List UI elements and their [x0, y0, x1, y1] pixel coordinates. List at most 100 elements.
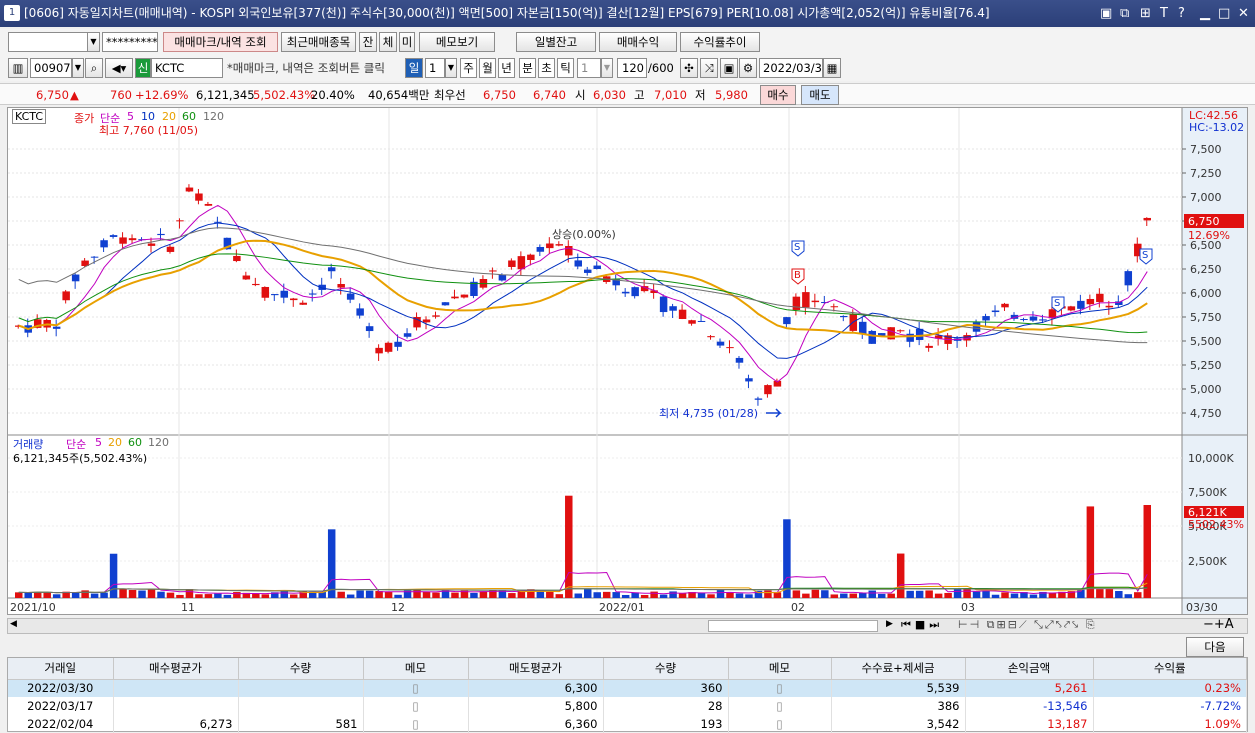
layout-icon[interactable]: ▥ — [8, 58, 28, 78]
sell-memo-icon[interactable]: ▯ — [728, 679, 832, 697]
tick-number[interactable]: 1 — [577, 58, 601, 78]
sell-memo-icon[interactable]: ▯ — [728, 715, 832, 733]
buy-button[interactable]: 매수 — [760, 85, 796, 105]
period-day[interactable]: 일 — [405, 58, 423, 78]
volume-bar — [290, 594, 298, 598]
volume-bar — [546, 591, 554, 598]
period-year[interactable]: 년 — [498, 58, 515, 78]
stock-code-input[interactable]: 009070 — [30, 58, 72, 78]
col-sell-memo[interactable]: 메모 — [728, 658, 832, 680]
count-input[interactable]: 120 — [617, 58, 647, 78]
col-sell-avg[interactable]: 매도평균가 — [468, 658, 604, 680]
candle-body — [185, 187, 194, 192]
font-icon[interactable]: T — [1160, 0, 1168, 27]
account-dropdown[interactable]: ▼ — [87, 32, 100, 52]
table-row[interactable]: 2022/03/17 ▯ 5,800 28 ▯ 386 -13,546 -7.72% — [8, 697, 1247, 715]
col-trade-date[interactable]: 거래일 — [8, 658, 114, 680]
table-cell: 6,273 — [113, 715, 239, 733]
table-cell: 5,261 — [965, 679, 1094, 697]
candle-body — [555, 244, 564, 246]
period-number[interactable]: 1 — [425, 58, 445, 78]
candle-body — [1001, 303, 1009, 308]
candle-body — [546, 243, 554, 249]
trade-mark-query-button[interactable]: 매매마크/내역 조회 — [163, 32, 278, 52]
col-sell-qty[interactable]: 수량 — [603, 658, 729, 680]
sell-memo-icon[interactable]: ▯ — [728, 697, 832, 715]
col-buy-memo[interactable]: 메모 — [363, 658, 469, 680]
stock-name-field[interactable]: KCTC — [151, 58, 223, 78]
col-return[interactable]: 수익률 — [1093, 658, 1247, 680]
period-week[interactable]: 주 — [460, 58, 477, 78]
scroll-right-icon[interactable]: ▶ — [886, 619, 893, 629]
restore-icon[interactable]: ⧉ — [1120, 0, 1129, 27]
maximize-icon[interactable]: □ — [1218, 0, 1230, 27]
volume-ma5: 5 — [95, 436, 102, 449]
scroll-thumb[interactable] — [708, 620, 878, 632]
search-icon[interactable]: ⌕ — [85, 58, 103, 78]
period-second[interactable]: 초 — [538, 58, 555, 78]
price-chart-panel[interactable]: 7,5007,2507,0006,7506,5006,2506,0005,750… — [7, 107, 1248, 615]
chart-scrollbar[interactable]: ◀ ▶ ⏮■⏭ ⊢⊣ ⧉⊞⊟⟋ ⤡⤢⤣⤤⤥ ⎘ −+A — [7, 617, 1248, 634]
zoom-controls-icon[interactable]: −+A — [1203, 617, 1234, 632]
time-axis-label: 12 — [391, 601, 405, 614]
filled-button[interactable]: 체 — [379, 32, 397, 52]
next-button[interactable]: 다음 — [1186, 637, 1244, 657]
table-cell: 581 — [238, 715, 364, 733]
col-fees[interactable]: 수수료+제세금 — [831, 658, 966, 680]
col-buy-avg[interactable]: 매수평균가 — [113, 658, 239, 680]
moving-average-line — [18, 222, 1148, 359]
volume-bar — [90, 593, 99, 598]
table-row[interactable]: 2022/03/30 ▯ 6,300 360 ▯ 5,539 5,261 0.23% — [8, 679, 1247, 697]
calendar-icon[interactable]: ▦ — [823, 58, 841, 78]
buy-memo-icon[interactable]: ▯ — [363, 715, 469, 733]
tick-dropdown[interactable]: ▼ — [601, 58, 613, 78]
col-buy-qty[interactable]: 수량 — [238, 658, 364, 680]
memo-view-button[interactable]: 메모보기 — [419, 32, 495, 52]
drawing-tools-icon[interactable]: ⊢⊣ ⧉⊞⊟⟋ ⤡⤢⤣⤤⤥ ⎘ — [958, 618, 1097, 632]
table-cell: 13,187 — [965, 715, 1094, 733]
trade-marker-label: S — [1142, 250, 1148, 261]
volume-bar — [716, 590, 725, 598]
scroll-left-icon[interactable]: ◀ — [10, 619, 17, 629]
daily-balance-button[interactable]: 일별잔고 — [516, 32, 596, 52]
table-row[interactable]: 2022/02/04 6,273 581 ▯ 6,360 193 ▯ 3,542 13,187 1… — [8, 715, 1247, 733]
table-cell: 3,542 — [831, 715, 966, 733]
playback-controls-icon[interactable]: ⏮■⏭ — [901, 618, 943, 632]
volume-bar — [394, 594, 402, 598]
close-icon[interactable]: ✕ — [1238, 0, 1249, 27]
volume-bar — [707, 594, 715, 598]
account-input[interactable] — [8, 32, 88, 52]
table-cell: 193 — [603, 715, 729, 733]
help-icon[interactable]: ? — [1178, 0, 1185, 27]
current-price-label: 6,750 — [1188, 215, 1220, 228]
period-month[interactable]: 월 — [479, 58, 496, 78]
table-cell: -7.72% — [1093, 697, 1247, 715]
buy-memo-icon[interactable]: ▯ — [363, 697, 469, 715]
return-trend-button[interactable]: 수익률추이 — [680, 32, 760, 52]
save-icon[interactable]: ▣ — [720, 58, 738, 78]
trade-profit-button[interactable]: 매매수익 — [599, 32, 677, 52]
minimize-icon[interactable]: ▁ — [1200, 0, 1210, 27]
buy-memo-icon[interactable]: ▯ — [363, 679, 469, 697]
period-tick[interactable]: 틱 — [557, 58, 574, 78]
code-dropdown[interactable]: ▼ — [72, 58, 84, 78]
col-profit[interactable]: 손익금액 — [965, 658, 1094, 680]
sell-button[interactable]: 매도 — [801, 85, 839, 105]
menu-icon[interactable]: ▣ — [1100, 0, 1112, 27]
date-input[interactable]: 2022/03/30 — [759, 58, 823, 78]
speaker-icon[interactable]: ◀▾ — [105, 58, 133, 78]
candle-body — [688, 320, 696, 324]
recent-trades-button[interactable]: 최근매매종목 — [281, 32, 356, 52]
link-icon[interactable]: ⊞ — [1140, 0, 1151, 27]
settings-gear-icon[interactable]: ⚙ — [739, 58, 757, 78]
legend-close: 종가 — [74, 112, 95, 125]
balance-button[interactable]: 잔 — [359, 32, 377, 52]
candle-body — [1039, 319, 1047, 321]
tools-icon[interactable]: ⤨ — [700, 58, 718, 78]
unfilled-button[interactable]: 미 — [399, 32, 415, 52]
period-minute[interactable]: 분 — [519, 58, 536, 78]
bid-price: 6,740 — [533, 88, 566, 102]
period-dropdown[interactable]: ▼ — [445, 58, 457, 78]
password-input[interactable]: ********* — [102, 32, 158, 52]
crosshair-icon[interactable]: ✣ — [680, 58, 698, 78]
